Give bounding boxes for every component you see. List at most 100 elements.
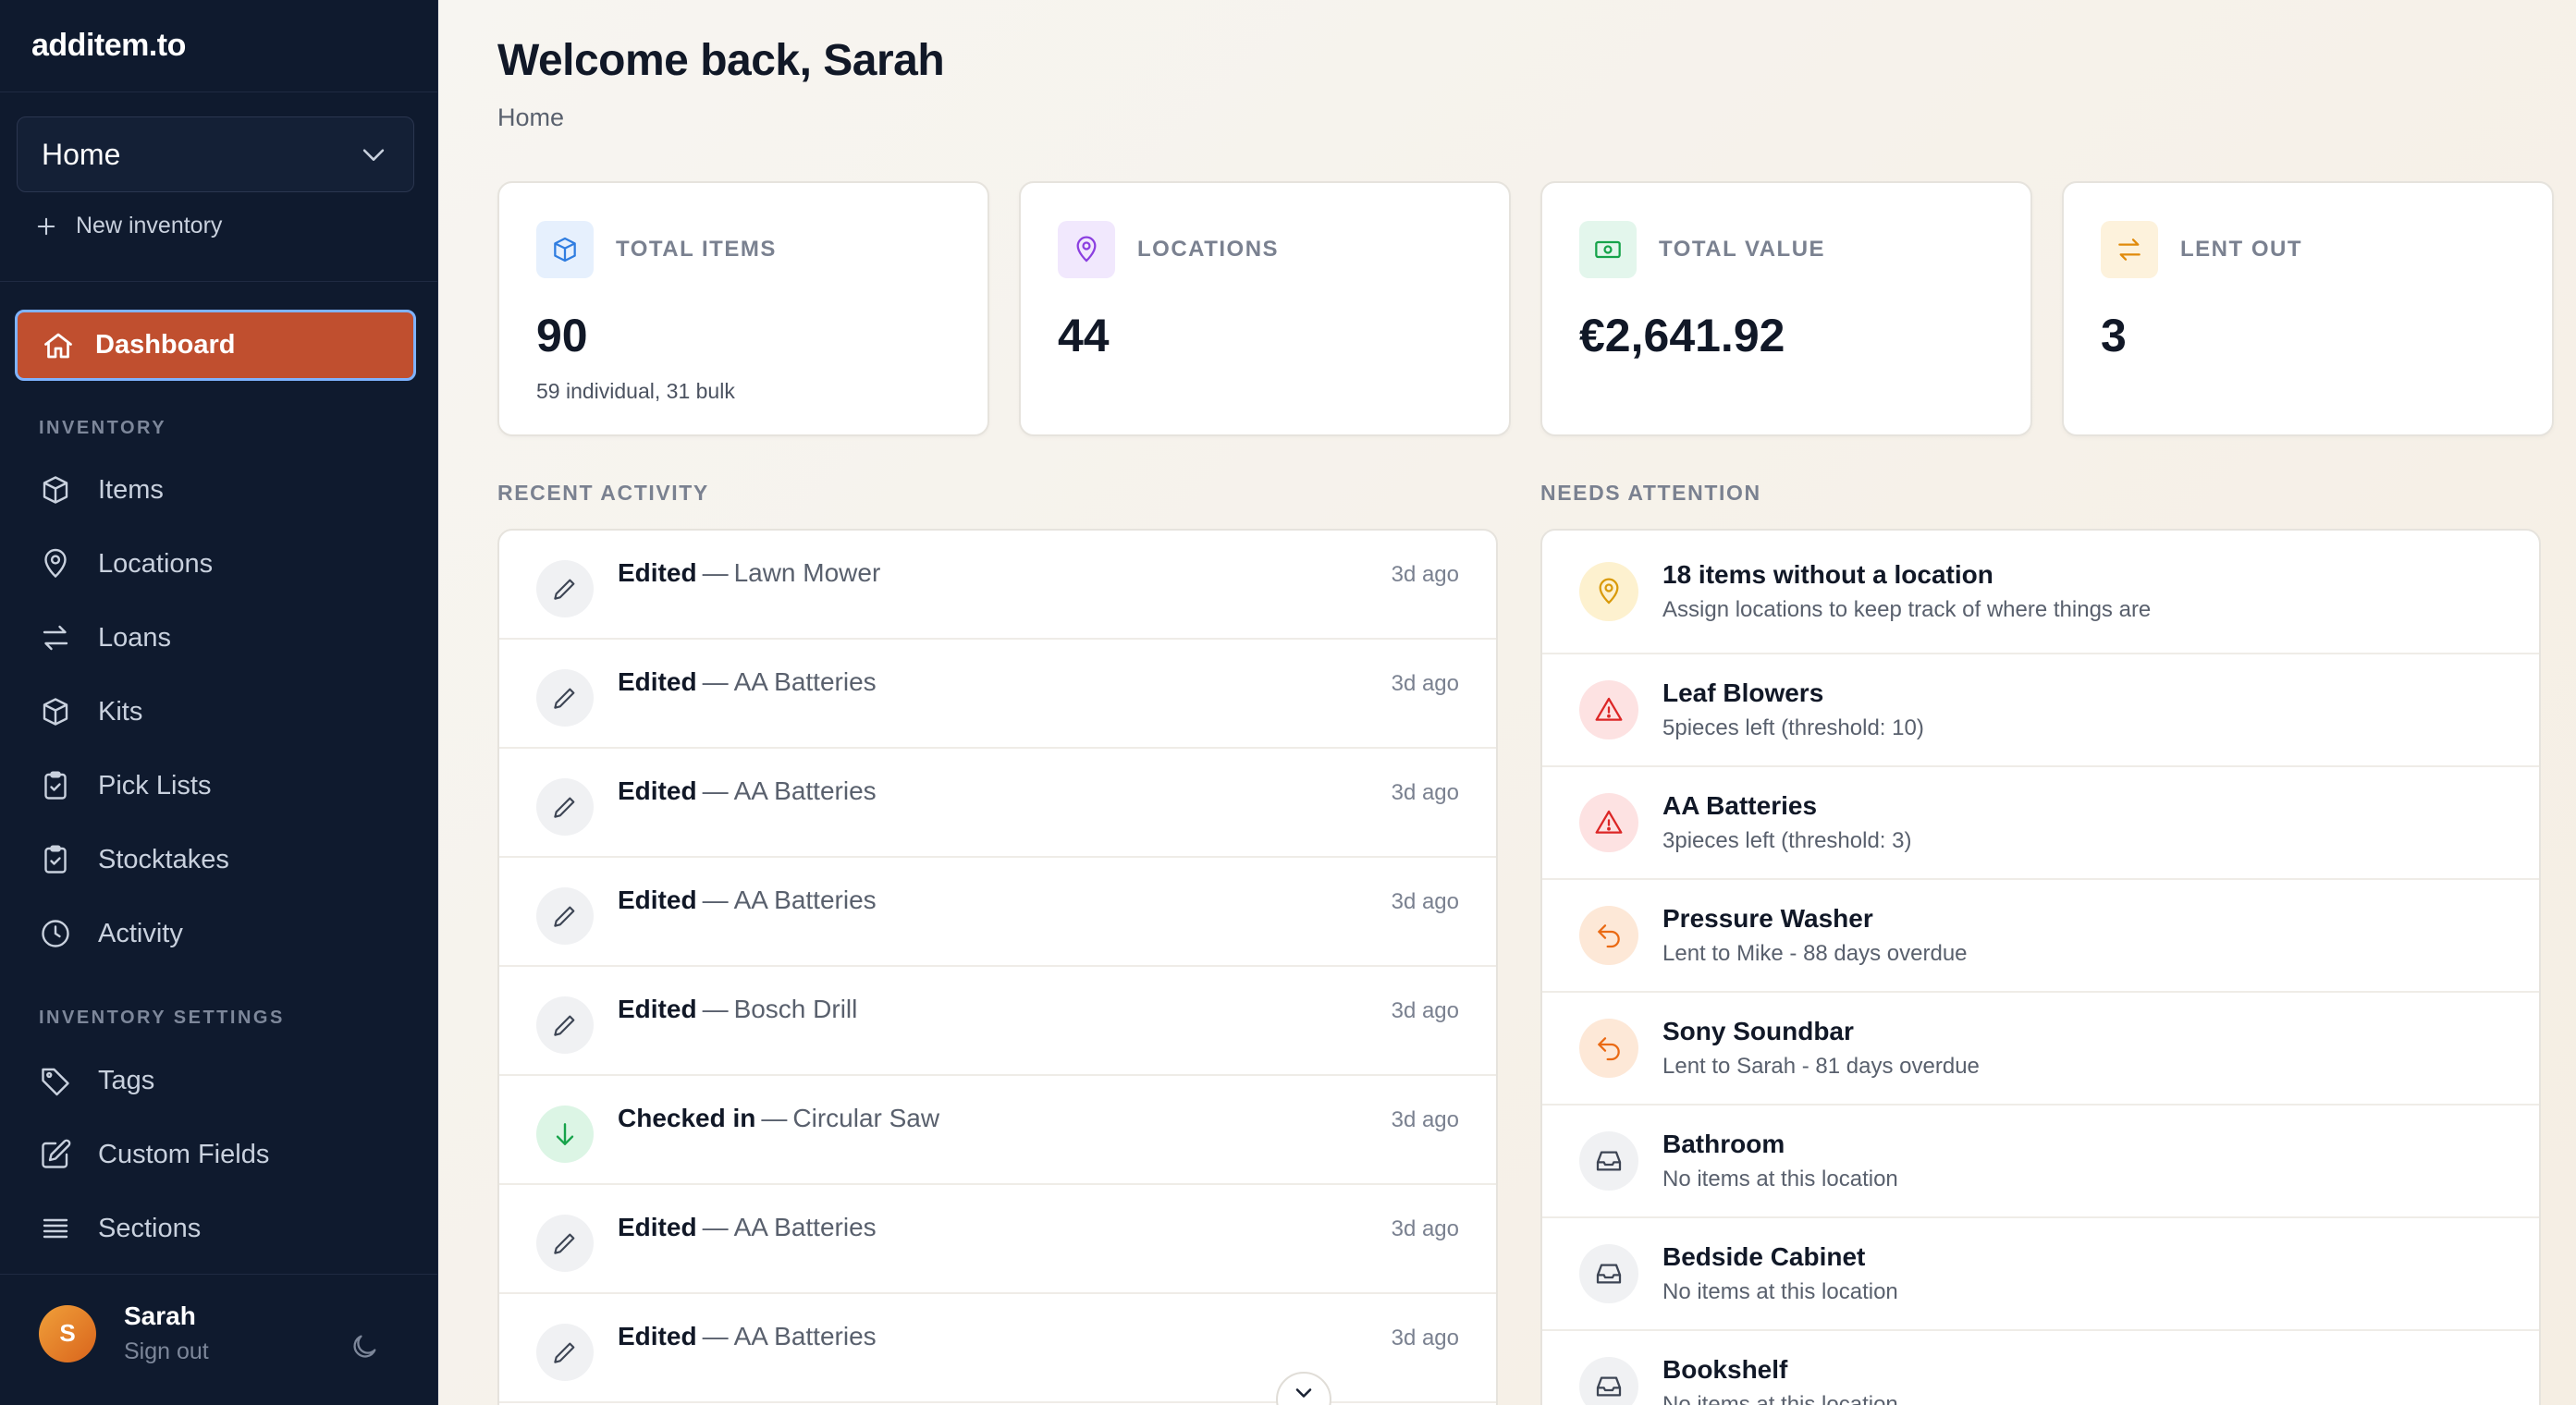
activity-row[interactable]: Checked in — Circular Saw 3d ago bbox=[499, 1076, 1496, 1185]
activity-row[interactable]: Edited — AA Batteries 3d ago bbox=[499, 640, 1496, 749]
activity-separator: — bbox=[702, 776, 729, 805]
needs-attention-list: 18 items without a location Assign locat… bbox=[1540, 529, 2541, 1405]
needs-attention-heading: NEEDS ATTENTION bbox=[1540, 481, 1761, 505]
sidebar-item-pick-lists[interactable]: Pick Lists bbox=[39, 760, 211, 812]
attention-row[interactable]: Bedside Cabinet No items at this locatio… bbox=[1542, 1218, 2539, 1331]
recent-activity-list: Edited — Lawn Mower 3d ago Edited — AA Batte… bbox=[497, 529, 1498, 1405]
activity-row[interactable]: Edited — Bosch Drill 3d ago bbox=[499, 967, 1496, 1076]
attention-subtitle: No items at this location bbox=[1662, 1279, 1898, 1304]
inventory-select[interactable]: Home bbox=[17, 116, 414, 192]
new-inventory-button[interactable]: New inventory bbox=[33, 213, 222, 239]
attention-row[interactable]: Sony Soundbar Lent to Sarah - 81 days ov… bbox=[1542, 993, 2539, 1106]
attention-row[interactable]: AA Batteries 3pieces left (threshold: 3) bbox=[1542, 767, 2539, 880]
sidebar-item-activity[interactable]: Activity bbox=[39, 908, 183, 959]
activity-time: 3d ago bbox=[1391, 1326, 1459, 1350]
sidebar-item-label: Items bbox=[98, 474, 164, 505]
attention-title: Sony Soundbar bbox=[1662, 1017, 1854, 1045]
stat-label: TOTAL ITEMS bbox=[616, 237, 777, 262]
activity-separator: — bbox=[761, 1104, 788, 1132]
plus-icon bbox=[37, 217, 55, 235]
avatar[interactable]: S bbox=[39, 1304, 96, 1362]
activity-time: 3d ago bbox=[1391, 562, 1459, 587]
attention-row[interactable]: Bathroom No items at this location bbox=[1542, 1106, 2539, 1218]
tag-icon bbox=[42, 1068, 69, 1096]
activity-separator: — bbox=[702, 1322, 729, 1350]
stat-label: TOTAL VALUE bbox=[1659, 237, 1826, 262]
activity-row[interactable]: Edited — AA Batteries 3d ago bbox=[499, 1185, 1496, 1294]
sidebar-item-label: Dashboard bbox=[95, 330, 236, 360]
sidebar-item-locations[interactable]: Locations bbox=[39, 538, 213, 590]
sidebar-item-kits[interactable]: Kits bbox=[39, 686, 142, 738]
arrows-swap-icon bbox=[43, 625, 68, 651]
activity-action: Checked in bbox=[618, 1104, 756, 1132]
recent-activity-heading: RECENT ACTIVITY bbox=[497, 481, 709, 505]
sidebar-item-tags[interactable]: Tags bbox=[39, 1055, 154, 1106]
sidebar-item-stocktakes[interactable]: Stocktakes bbox=[39, 834, 229, 886]
clock-icon bbox=[42, 920, 69, 947]
activity-row[interactable]: Edited — AA Batteries 3d ago bbox=[499, 1294, 1496, 1403]
activity-item-link[interactable]: AA Batteries bbox=[734, 1213, 877, 1241]
activity-item-link[interactable]: Bosch Drill bbox=[734, 995, 858, 1023]
user-block: S Sarah Sign out bbox=[39, 1301, 209, 1365]
activity-action: Edited bbox=[618, 558, 697, 587]
sidebar-item-label: Stocktakes bbox=[98, 844, 229, 874]
brand-logo[interactable]: additem.to bbox=[0, 0, 437, 92]
activity-item-link[interactable]: AA Batteries bbox=[734, 886, 877, 914]
stat-card-lent-out: LENT OUT 3 bbox=[2062, 181, 2554, 436]
stat-value: 44 bbox=[1058, 310, 1110, 361]
attention-row[interactable]: Leaf Blowers 5pieces left (threshold: 10… bbox=[1542, 654, 2539, 767]
sidebar-item-label: Sections bbox=[98, 1213, 202, 1243]
list-icon bbox=[43, 1218, 68, 1239]
attention-subtitle: 5pieces left (threshold: 10) bbox=[1662, 715, 1924, 740]
pencil-icon bbox=[536, 1215, 594, 1272]
activity-item-link[interactable]: AA Batteries bbox=[734, 776, 877, 805]
activity-item-link[interactable]: Circular Saw bbox=[792, 1104, 939, 1132]
sidebar-divider bbox=[0, 1274, 437, 1275]
sidebar-item-label: Locations bbox=[98, 548, 214, 579]
sidebar-item-items[interactable]: Items bbox=[39, 464, 164, 516]
activity-item-link[interactable]: AA Batteries bbox=[734, 667, 877, 696]
sidebar-item-sections[interactable]: Sections bbox=[39, 1203, 201, 1254]
inbox-tray-icon bbox=[1579, 1131, 1638, 1191]
activity-row[interactable]: Edited — AA Batteries 3d ago bbox=[499, 749, 1496, 858]
banknote-icon bbox=[1579, 221, 1637, 278]
activity-item-link[interactable]: Lawn Mower bbox=[734, 558, 881, 587]
new-inventory-label: New inventory bbox=[76, 213, 223, 238]
attention-title: AA Batteries bbox=[1662, 791, 1818, 820]
map-pin-icon bbox=[44, 548, 67, 579]
pencil-icon bbox=[536, 996, 594, 1054]
attention-row[interactable]: 18 items without a location Assign locat… bbox=[1542, 531, 2539, 654]
sign-out-link[interactable]: Sign out bbox=[124, 1338, 209, 1365]
stat-value: 3 bbox=[2101, 310, 2127, 361]
pencil-icon bbox=[536, 560, 594, 617]
pencil-icon bbox=[536, 778, 594, 836]
activity-separator: — bbox=[702, 995, 729, 1023]
box-icon bbox=[43, 698, 68, 726]
moon-icon[interactable] bbox=[349, 1331, 380, 1362]
activity-separator: — bbox=[702, 558, 729, 587]
map-pin-icon bbox=[1058, 221, 1115, 278]
stat-label: LENT OUT bbox=[2180, 237, 2302, 262]
attention-subtitle: No items at this location bbox=[1662, 1392, 1898, 1405]
pencil-icon bbox=[536, 669, 594, 727]
activity-row[interactable]: Edited — AA Batteries 3d ago bbox=[499, 858, 1496, 967]
sidebar-item-dashboard[interactable]: Dashboard bbox=[15, 310, 416, 381]
activity-action: Edited bbox=[618, 1213, 697, 1241]
sidebar-item-label: Custom Fields bbox=[98, 1139, 270, 1169]
attention-subtitle: No items at this location bbox=[1662, 1167, 1898, 1191]
attention-row[interactable]: Pressure Washer Lent to Mike - 88 days o… bbox=[1542, 880, 2539, 993]
sidebar-item-custom-fields[interactable]: Custom Fields bbox=[39, 1129, 269, 1180]
stat-value: 90 bbox=[536, 310, 588, 361]
sidebar: additem.to Home New inventory Dashboard … bbox=[0, 0, 438, 1405]
inbox-tray-icon bbox=[1579, 1357, 1638, 1405]
sidebar-item-label: Loans bbox=[98, 622, 172, 653]
sidebar-item-loans[interactable]: Loans bbox=[39, 612, 171, 664]
sidebar-item-label: Activity bbox=[98, 918, 183, 948]
activity-row[interactable]: Edited — Lawn Mower 3d ago bbox=[499, 531, 1496, 640]
activity-action: Edited bbox=[618, 667, 697, 696]
sidebar-item-label: Pick Lists bbox=[98, 770, 212, 800]
activity-time: 3d ago bbox=[1391, 1216, 1459, 1241]
attention-row[interactable]: Bookshelf No items at this location bbox=[1542, 1331, 2539, 1405]
sidebar-item-label: Tags bbox=[98, 1065, 155, 1095]
activity-item-link[interactable]: AA Batteries bbox=[734, 1322, 877, 1350]
